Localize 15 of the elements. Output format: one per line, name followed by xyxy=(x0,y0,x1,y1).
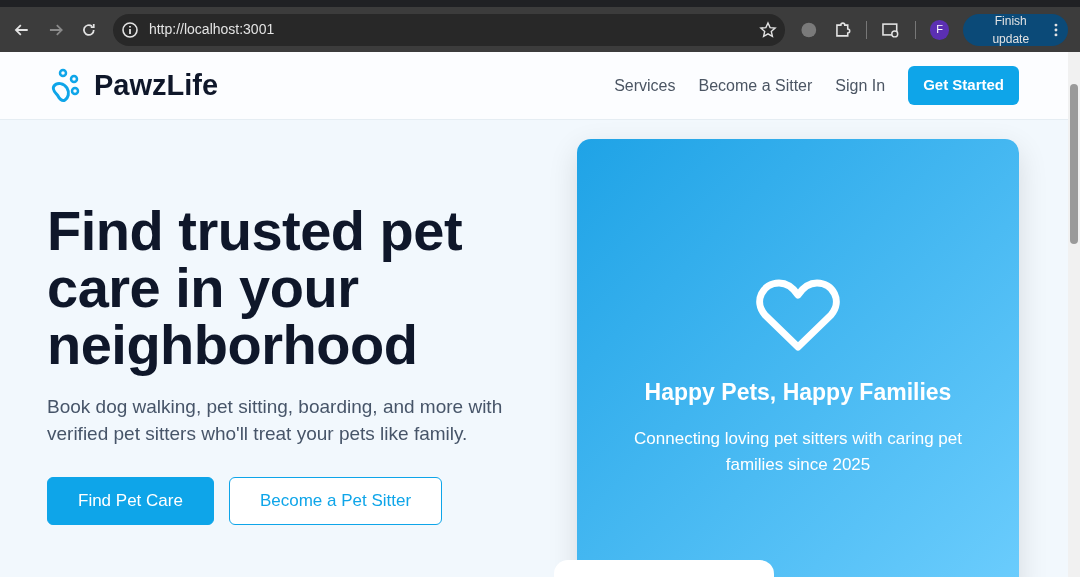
heart-icon xyxy=(755,279,841,353)
card-text: Connecting loving pet sitters with caring pet families since 2025 xyxy=(633,427,963,476)
nav-link[interactable]: Become a Sitter xyxy=(698,73,813,98)
info-icon[interactable] xyxy=(120,20,139,39)
nav-link[interactable]: Services xyxy=(614,73,676,98)
scrollbar[interactable] xyxy=(1068,52,1080,577)
star-icon[interactable] xyxy=(758,20,777,39)
nav-link[interactable]: Sign In xyxy=(835,73,886,98)
address-bar[interactable]: http://localhost:3001 xyxy=(112,13,785,46)
card-title: Happy Pets, Happy Families xyxy=(644,378,952,407)
brand-name[interactable]: PawzLife xyxy=(94,63,219,108)
hero-description: Book dog walking, pet sitting, boarding, and more with verified pet sitters who'll treat your pets like family. xyxy=(47,395,504,446)
finish-update-button[interactable]: Finish update xyxy=(963,13,1068,46)
more-icon[interactable] xyxy=(1054,22,1058,37)
profile-avatar[interactable]: F xyxy=(929,19,950,40)
